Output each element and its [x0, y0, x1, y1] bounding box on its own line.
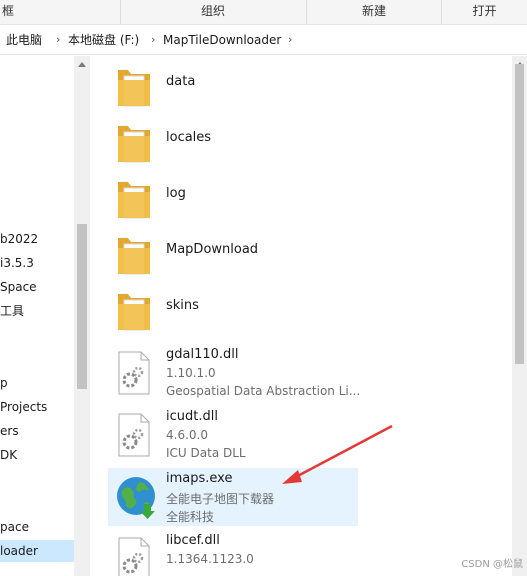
nav-item[interactable]: Space — [0, 276, 74, 298]
ribbon-group-open[interactable]: 打开 — [442, 0, 527, 24]
nav-item[interactable]: DK — [0, 444, 74, 466]
annotation-arrow — [282, 424, 393, 484]
chevron-right-icon[interactable]: › — [56, 26, 60, 54]
crumb-drive-f[interactable]: 本地磁盘 (F:) — [68, 26, 139, 54]
scroll-up-icon[interactable] — [78, 62, 86, 67]
crumb-maptiledownloader[interactable]: MapTileDownloader — [163, 26, 281, 54]
nav-item[interactable]: ers — [0, 420, 74, 442]
ribbon-group-1[interactable]: 框 — [0, 0, 121, 24]
file-list-scrollbar-thumb[interactable] — [515, 64, 524, 364]
file-list: data locales log MapDownload skins gdal1… — [92, 56, 512, 576]
nav-item-selected[interactable]: loader — [0, 540, 74, 562]
watermark: CSDN @松鼠 — [461, 559, 523, 570]
file-list-scrollbar[interactable] — [512, 56, 527, 576]
crumb-this-pc[interactable]: 此电脑 — [6, 26, 42, 54]
nav-item[interactable]: i3.5.3 — [0, 252, 74, 274]
nav-item[interactable]: pace — [0, 516, 74, 538]
ribbon-group-new[interactable]: 新建 — [307, 0, 442, 24]
nav-scrollbar-thumb[interactable] — [77, 224, 87, 389]
nav-item[interactable]: b2022 — [0, 228, 74, 250]
navigation-pane: b2022 i3.5.3 Space 工具 p Projects ers DK … — [0, 56, 90, 576]
chevron-right-icon[interactable]: › — [288, 26, 292, 54]
chevron-right-icon[interactable]: › — [151, 26, 155, 54]
ribbon-bar: 框 组织 新建 打开 — [0, 0, 527, 25]
nav-item[interactable]: 工具 — [0, 300, 74, 322]
nav-item[interactable]: p — [0, 372, 74, 394]
ribbon-group-organize[interactable]: 组织 — [120, 0, 307, 24]
nav-item[interactable]: Projects — [0, 396, 74, 418]
address-bar[interactable]: 此电脑 › 本地磁盘 (F:) › MapTileDownloader › — [0, 26, 527, 55]
nav-scrollbar[interactable] — [74, 56, 90, 576]
